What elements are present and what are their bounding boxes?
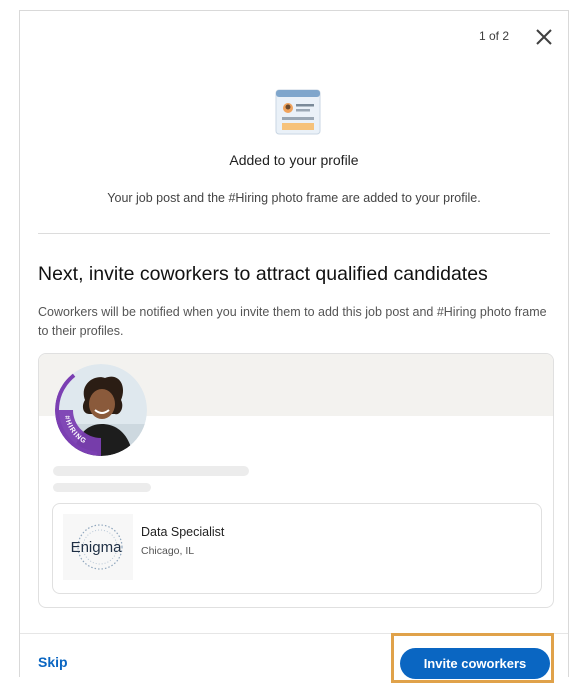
skip-button[interactable]: Skip xyxy=(38,654,68,670)
company-logo-text: Enigma xyxy=(71,539,123,556)
invite-description: Coworkers will be notified when you invi… xyxy=(38,305,547,338)
skeleton-line xyxy=(53,483,151,492)
job-post-card: Enigma Data Specialist Chicago, IL xyxy=(52,503,542,594)
invite-heading: Next, invite coworkers to attract qualif… xyxy=(38,263,488,285)
profile-preview-card: #HIRING Enigma Data Specialist Chicago, … xyxy=(38,353,554,608)
invite-modal: 1 of 2 Added to your profile Your job po… xyxy=(19,10,569,683)
profile-card-icon xyxy=(275,89,321,135)
modal-header: 1 of 2 xyxy=(368,11,568,63)
confirmation-description: Your job post and the #Hiring photo fram… xyxy=(107,191,481,205)
avatar: #HIRING xyxy=(55,364,147,456)
divider xyxy=(38,233,550,234)
close-icon xyxy=(536,29,552,45)
step-indicator: 1 of 2 xyxy=(478,29,509,43)
job-title: Data Specialist xyxy=(141,525,225,539)
job-location: Chicago, IL xyxy=(141,545,195,557)
close-button[interactable] xyxy=(530,23,558,51)
invite-coworkers-button[interactable]: Invite coworkers xyxy=(400,648,550,679)
company-logo: Enigma xyxy=(63,514,133,580)
skeleton-line xyxy=(53,466,249,476)
confirmation-title: Added to your profile xyxy=(229,152,359,168)
